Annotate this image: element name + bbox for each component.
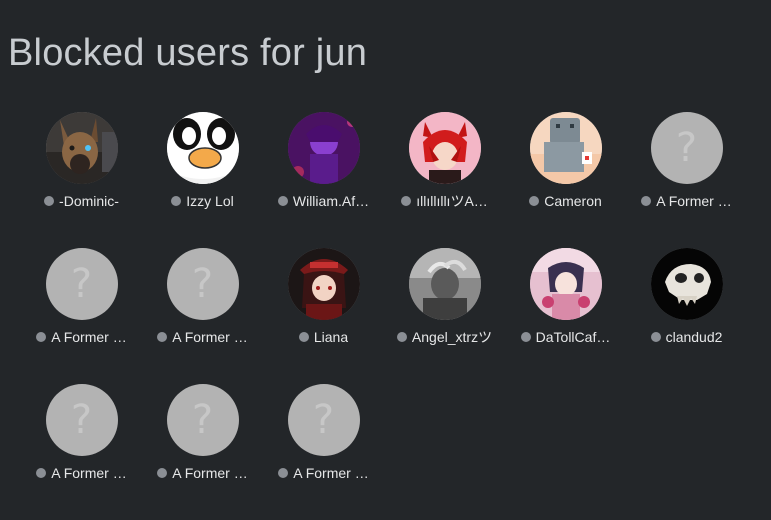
name-row: A Former … [264,464,383,482]
placeholder-avatar[interactable]: ? [45,384,118,456]
user-card[interactable]: William.Af… [263,112,384,248]
name-row: Liana [264,328,383,346]
monochrome-photo-avatar[interactable] [408,248,481,320]
name-row: A Former … [143,464,262,482]
placeholder-avatar[interactable]: ? [45,248,118,320]
username[interactable]: DaTollCaf… [536,329,611,345]
name-row: A Former … [143,328,262,346]
question-mark-icon: ? [675,125,698,171]
placeholder-avatar[interactable]: ? [650,112,723,184]
user-card[interactable]: ? A Former … [21,248,142,384]
user-card[interactable]: ıllıllıllıツA… [384,112,505,248]
user-card[interactable]: ? A Former … [21,384,142,520]
name-row: Izzy Lol [143,192,262,210]
user-card[interactable]: clandud2 [626,248,747,384]
name-row: clandud2 [627,328,746,346]
status-dot [396,332,407,342]
user-card[interactable]: ? A Former … [142,248,263,384]
status-dot [401,196,412,206]
user-card[interactable]: -Dominic- [21,112,142,248]
name-row: William.Af… [264,192,383,210]
gray-figure-avatar[interactable] [529,112,602,184]
username[interactable]: Cameron [544,193,602,209]
status-dot [298,332,309,342]
name-row: A Former … [627,192,746,210]
status-dot [36,468,47,478]
user-card[interactable]: ? A Former … [142,384,263,520]
status-dot [44,196,55,206]
question-mark-icon: ? [191,397,214,443]
status-dot [277,196,288,206]
status-dot [278,468,289,478]
name-row: A Former … [22,328,141,346]
username[interactable]: ıllıllıllıツA… [416,191,488,211]
username[interactable]: A Former … [172,465,247,481]
username[interactable]: A Former … [172,329,247,345]
username[interactable]: clandud2 [666,329,723,345]
user-card[interactable]: Cameron [505,112,626,248]
dog-photo-avatar[interactable] [45,112,118,184]
name-row: -Dominic- [22,192,141,210]
status-dot [157,468,168,478]
name-row: A Former … [22,464,141,482]
question-mark-icon: ? [70,397,93,443]
status-dot [529,196,540,206]
user-card[interactable]: ? A Former … [626,112,747,248]
question-mark-icon: ? [191,261,214,307]
skull-avatar[interactable] [650,248,723,320]
question-mark-icon: ? [312,397,335,443]
username[interactable]: Izzy Lol [186,193,233,209]
username[interactable]: Liana [314,329,348,345]
username[interactable]: -Dominic- [59,193,119,209]
placeholder-avatar[interactable]: ? [166,248,239,320]
status-dot [157,332,168,342]
purple-anime-avatar[interactable] [287,112,360,184]
placeholder-avatar[interactable]: ? [287,384,360,456]
user-card[interactable]: DaTollCaf… [505,248,626,384]
name-row: Cameron [506,192,625,210]
red-anime-avatar[interactable] [408,112,481,184]
status-dot [641,196,652,206]
page-title: Blocked users for jun [8,32,368,74]
blocked-users-grid: -Dominic- Izzy Lol William.Af… ıllıllıll… [21,112,747,520]
name-row: ıllıllıllıツA… [385,192,504,210]
username[interactable]: A Former … [51,465,126,481]
username[interactable]: A Former … [656,193,731,209]
username[interactable]: Angel_xtrzツ [412,327,492,347]
status-dot [520,332,531,342]
user-card[interactable]: ? A Former … [263,384,384,520]
placeholder-avatar[interactable]: ? [166,384,239,456]
status-dot [171,196,182,206]
cartoon-goose-avatar[interactable] [166,112,239,184]
user-card[interactable]: Liana [263,248,384,384]
username[interactable]: William.Af… [293,193,369,209]
name-row: Angel_xtrzツ [385,328,504,346]
name-row: DaTollCaf… [506,328,625,346]
username[interactable]: A Former … [51,329,126,345]
anime-hat-avatar[interactable] [287,248,360,320]
user-card[interactable]: Izzy Lol [142,112,263,248]
username[interactable]: A Former … [293,465,368,481]
status-dot [36,332,47,342]
user-card[interactable]: Angel_xtrzツ [384,248,505,384]
question-mark-icon: ? [70,261,93,307]
pink-anime-avatar[interactable] [529,248,602,320]
status-dot [650,332,661,342]
